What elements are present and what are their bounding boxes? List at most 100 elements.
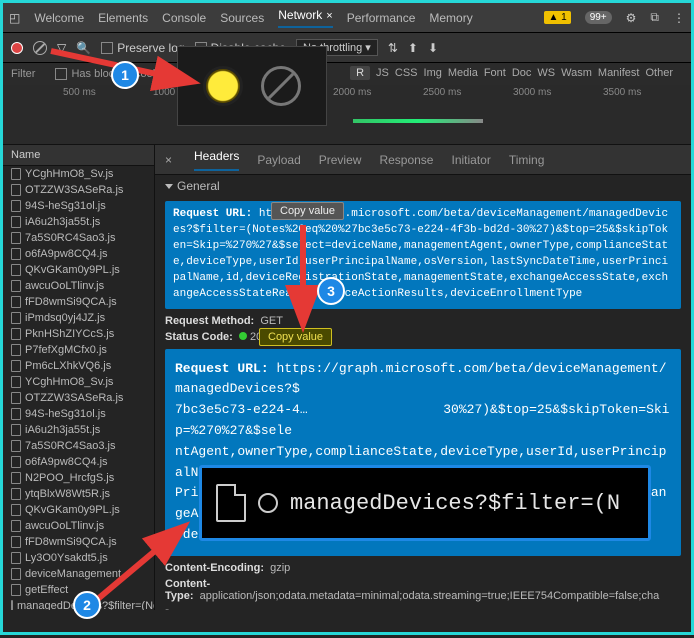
column-header-name[interactable]: Name xyxy=(3,145,154,166)
request-row[interactable]: 7a5S0RC4Sao3.js xyxy=(3,230,154,246)
request-row[interactable]: fFD8wmSi9QCA.js xyxy=(3,294,154,310)
close-details-icon[interactable]: × xyxy=(165,153,172,167)
type-chip[interactable]: R xyxy=(350,66,370,80)
tab-welcome[interactable]: Welcome xyxy=(34,11,84,25)
tab-sources[interactable]: Sources xyxy=(220,11,264,25)
request-row[interactable]: iA6u2h3ja55t.js xyxy=(3,214,154,230)
request-row[interactable]: awcuOoLTlinv.js xyxy=(3,278,154,294)
tab-console[interactable]: Console xyxy=(162,11,206,25)
request-name: PknHShZIYCcS.js xyxy=(25,328,114,340)
request-row[interactable]: fFD8wmSi9QCA.js xyxy=(3,534,154,550)
filter-label: Filter xyxy=(11,68,35,80)
request-row[interactable]: 7a5S0RC4Sao3.js xyxy=(3,438,154,454)
section-general[interactable]: General xyxy=(155,175,691,197)
type-chip[interactable]: Img xyxy=(424,67,442,79)
filter-toggle-icon[interactable]: ▽ xyxy=(57,41,66,55)
request-row[interactable]: deviceManagement xyxy=(3,566,154,582)
tab-network[interactable]: Network× xyxy=(278,8,332,28)
type-filter-row: R JS CSS Img Media Font Doc WS Wasm Mani… xyxy=(342,62,681,84)
request-name: 7a5S0RC4Sao3.js xyxy=(25,440,116,452)
request-row[interactable]: iA6u2h3ja55t.js xyxy=(3,422,154,438)
request-row[interactable]: iPmdsq0yj4JZ.js xyxy=(3,310,154,326)
tab-response[interactable]: Response xyxy=(379,153,433,167)
type-chip[interactable]: Wasm xyxy=(561,67,592,79)
type-chip[interactable]: Media xyxy=(448,67,478,79)
export-icon[interactable]: ⬇ xyxy=(428,41,438,55)
request-row[interactable]: QKvGKam0y9PL.js xyxy=(3,262,154,278)
request-name: P7fefXgMCfx0.js xyxy=(25,344,107,356)
warnings-badge[interactable]: ▲ 1 xyxy=(544,11,570,24)
file-icon xyxy=(11,552,21,564)
status-code: Status Code: 200 OK xyxy=(155,329,691,345)
tab-performance[interactable]: Performance xyxy=(347,11,416,25)
request-name: Ly3O0Ysakdt5.js xyxy=(25,552,108,564)
tooltip-copy-value-highlight[interactable]: Copy value xyxy=(259,328,332,346)
search-icon[interactable]: 🔍 xyxy=(76,41,91,55)
request-row[interactable]: o6fA9pw8CQ4.js xyxy=(3,246,154,262)
type-chip[interactable]: Manifest xyxy=(598,67,640,79)
file-icon xyxy=(11,584,21,596)
tab-memory[interactable]: Memory xyxy=(429,11,472,25)
request-row[interactable]: P7fefXgMCfx0.js xyxy=(3,342,154,358)
request-name: iPmdsq0yj4JZ.js xyxy=(25,312,105,324)
request-name: 7a5S0RC4Sao3.js xyxy=(25,232,116,244)
issues-count[interactable]: 99+ xyxy=(585,11,612,24)
file-icon xyxy=(11,520,21,532)
preserve-log-checkbox[interactable]: Preserve log xyxy=(101,41,184,55)
record-icon[interactable] xyxy=(11,42,23,54)
clear-icon[interactable] xyxy=(33,41,47,55)
type-chip[interactable]: JS xyxy=(376,67,389,79)
file-icon xyxy=(11,504,21,516)
tooltip-copy-value[interactable]: Copy value xyxy=(271,202,344,220)
tab-initiator[interactable]: Initiator xyxy=(451,153,490,167)
type-chip[interactable]: Font xyxy=(484,67,506,79)
details-tabs: × Headers Payload Preview Response Initi… xyxy=(155,145,691,175)
request-name: ytqBlxW8Wt5R.js xyxy=(25,488,110,500)
request-name: N2POO_HrcfgS.js xyxy=(25,472,114,484)
content-type: Content-Type: application/json;odata.met… xyxy=(155,576,691,604)
request-row[interactable]: ytqBlxW8Wt5R.js xyxy=(3,486,154,502)
tab-preview[interactable]: Preview xyxy=(319,153,362,167)
request-row[interactable]: o6fA9pw8CQ4.js xyxy=(3,454,154,470)
file-icon xyxy=(11,440,21,452)
request-row[interactable]: PknHShZIYCcS.js xyxy=(3,326,154,342)
request-row[interactable]: OTZZW3SASeRa.js xyxy=(3,390,154,406)
tab-payload[interactable]: Payload xyxy=(257,153,300,167)
file-icon xyxy=(11,232,21,244)
status-dot-icon xyxy=(239,332,247,340)
request-row[interactable]: N2POO_HrcfgS.js xyxy=(3,470,154,486)
close-icon[interactable]: × xyxy=(326,10,332,22)
type-chip[interactable]: Other xyxy=(645,67,673,79)
gear-icon[interactable]: ⚙ xyxy=(626,11,637,25)
tab-timing[interactable]: Timing xyxy=(509,153,545,167)
file-icon xyxy=(11,360,21,372)
request-row[interactable]: 94S-heSg31ol.js xyxy=(3,198,154,214)
type-chip[interactable]: CSS xyxy=(395,67,418,79)
content-encoding: Content-Encoding: gzip xyxy=(155,560,691,576)
request-url-block[interactable]: Request URL: https://graph.microsoft.com… xyxy=(165,201,681,309)
record-icon-zoom xyxy=(203,66,243,106)
request-row[interactable]: OTZZW3SASeRa.js xyxy=(3,182,154,198)
tab-headers[interactable]: Headers xyxy=(194,149,239,171)
request-row[interactable]: 94S-heSg31ol.js xyxy=(3,406,154,422)
request-row[interactable]: YCghHmO8_Sv.js xyxy=(3,166,154,182)
inspect-icon[interactable]: ◰ xyxy=(9,11,20,25)
request-row[interactable]: Ly3O0Ysakdt5.js xyxy=(3,550,154,566)
request-row[interactable]: YCghHmO8_Sv.js xyxy=(3,374,154,390)
type-chip[interactable]: Doc xyxy=(512,67,532,79)
annotation-badge-2: 2 xyxy=(73,591,101,619)
request-row[interactable]: QKvGKam0y9PL.js xyxy=(3,502,154,518)
annotation-badge-1: 1 xyxy=(111,61,139,89)
timeline-ruler[interactable]: 500 ms 1000 ms 2000 ms 2500 ms 3000 ms 3… xyxy=(3,85,691,145)
import-icon[interactable]: ⬆ xyxy=(408,41,418,55)
type-chip[interactable]: WS xyxy=(537,67,555,79)
tab-elements[interactable]: Elements xyxy=(98,11,148,25)
annotation-badge-3: 3 xyxy=(317,277,345,305)
request-row[interactable]: Pm6cLXhkVQ6.js xyxy=(3,358,154,374)
dock-icon[interactable]: ⧉ xyxy=(650,10,659,25)
timeline-bar xyxy=(353,119,483,123)
wifi-icon[interactable]: ⇅ xyxy=(388,41,398,55)
more-icon[interactable]: ⋮ xyxy=(673,11,685,25)
request-row[interactable]: awcuOoLTlinv.js xyxy=(3,518,154,534)
tick-label: 2000 ms xyxy=(333,87,371,98)
